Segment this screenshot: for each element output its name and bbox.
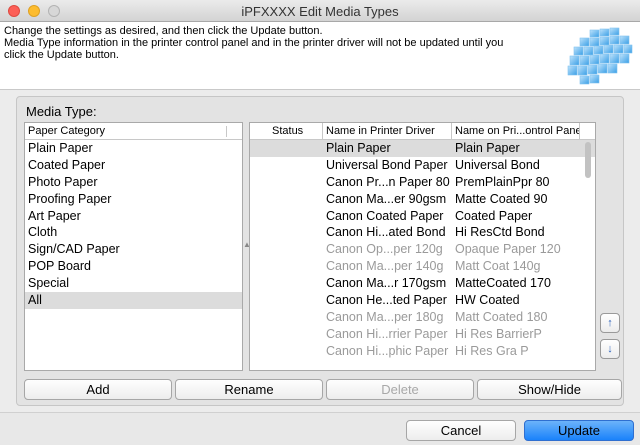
panel-name-cell: HW Coated xyxy=(455,293,520,308)
driver-name-cell: Universal Bond Paper xyxy=(326,157,448,172)
move-down-button[interactable]: ↓ xyxy=(600,339,620,359)
status-cell xyxy=(250,258,323,275)
driver-name-cell: Canon Ma...er 90gsm xyxy=(326,191,447,206)
status-cell xyxy=(250,343,323,360)
paper-category-item[interactable]: All xyxy=(25,292,242,309)
status-cell xyxy=(250,309,323,326)
driver-name-cell: Plain Paper xyxy=(326,141,391,155)
media-type-row[interactable]: Canon Hi...phic Paper Hi Res Gra P xyxy=(250,343,595,360)
window-title: iPFXXXX Edit Media Types xyxy=(241,4,399,19)
move-up-button[interactable]: ↑ xyxy=(600,313,620,333)
panel-name-column-header[interactable]: Name on Pri...ontrol Panel xyxy=(452,123,580,139)
info-text: Change the settings as desired, and then… xyxy=(4,25,524,61)
paper-category-item[interactable]: Cloth xyxy=(25,224,242,241)
cancel-button[interactable]: Cancel xyxy=(406,420,516,441)
printer-media-logo-icon xyxy=(567,27,633,85)
status-cell xyxy=(250,326,323,343)
paper-category-item[interactable]: Art Paper xyxy=(25,208,242,225)
info-line: Media Type information in the printer co… xyxy=(4,37,504,49)
driver-name-cell: Canon Hi...ated Bond xyxy=(326,225,446,240)
paper-category-item[interactable]: POP Board xyxy=(25,258,242,275)
media-type-row[interactable]: Canon Op...per 120g Opaque Paper 120 xyxy=(250,241,595,258)
info-line: click the Update button. xyxy=(4,49,119,61)
panel-name-cell: Coated Paper xyxy=(455,208,533,223)
media-type-row[interactable]: Canon Ma...per 140g Matt Coat 140g xyxy=(250,258,595,275)
paper-category-item[interactable]: Plain Paper xyxy=(25,140,242,157)
paper-category-item[interactable]: Sign/CAD Paper xyxy=(25,241,242,258)
media-type-row[interactable]: Canon Ma...er 90gsm Matte Coated 90 xyxy=(250,191,595,208)
driver-name-cell: Canon Op...per 120g xyxy=(326,242,443,257)
driver-name-cell: Canon Pr...n Paper 80 xyxy=(326,174,450,189)
media-type-table-header: Status Name in Printer Driver Name on Pr… xyxy=(250,123,595,140)
status-column-header[interactable]: Status xyxy=(250,123,323,139)
status-cell xyxy=(250,140,323,157)
rename-button[interactable]: Rename xyxy=(175,379,323,400)
title-bar: iPFXXXX Edit Media Types xyxy=(0,0,640,22)
delete-button[interactable]: Delete xyxy=(326,379,474,400)
status-cell xyxy=(250,292,323,309)
media-type-row[interactable]: Universal Bond Paper Universal Bond xyxy=(250,157,595,174)
driver-name-cell: Canon Ma...per 140g xyxy=(326,259,444,274)
panel-name-cell: Plain Paper xyxy=(455,141,520,155)
show-hide-button[interactable]: Show/Hide xyxy=(477,379,622,400)
status-cell xyxy=(250,208,323,225)
status-cell xyxy=(250,157,323,174)
status-cell xyxy=(250,224,323,241)
driver-name-cell: Canon Ma...r 170gsm xyxy=(326,276,447,291)
media-type-row[interactable]: Canon He...ted Paper HW Coated xyxy=(250,292,595,309)
scrollbar-thumb[interactable] xyxy=(585,142,591,178)
media-type-row[interactable]: Canon Hi...ated Bond Hi ResCtd Bond xyxy=(250,224,595,241)
paper-category-item[interactable]: Proofing Paper xyxy=(25,191,242,208)
status-cell xyxy=(250,191,323,208)
panel-name-cell: Universal Bond xyxy=(455,157,540,172)
driver-name-cell: Canon He...ted Paper xyxy=(326,293,447,308)
panel-name-cell: Hi ResCtd Bond xyxy=(455,225,545,240)
driver-name-cell: Canon Hi...phic Paper xyxy=(326,343,449,358)
paper-category-item[interactable]: Coated Paper xyxy=(25,157,242,174)
media-table-scrollbar[interactable] xyxy=(581,140,595,370)
paper-category-item[interactable]: Special xyxy=(25,275,242,292)
paper-category-header[interactable]: Paper Category xyxy=(25,123,242,140)
status-cell xyxy=(250,241,323,258)
media-type-table[interactable]: Status Name in Printer Driver Name on Pr… xyxy=(249,122,596,371)
header-divider xyxy=(226,126,227,137)
panel-name-cell: PremPlainPpr 80 xyxy=(455,174,550,189)
status-cell xyxy=(250,275,323,292)
media-type-row[interactable]: Canon Hi...rrier Paper Hi Res BarrierP xyxy=(250,326,595,343)
panel-name-cell: Opaque Paper 120 xyxy=(455,242,561,257)
panel-name-cell: Hi Res BarrierP xyxy=(455,326,542,341)
media-type-row[interactable]: Canon Coated Paper Coated Paper xyxy=(250,208,595,225)
status-cell xyxy=(250,174,323,191)
media-type-row[interactable]: Canon Ma...r 170gsm MatteCoated 170 xyxy=(250,275,595,292)
media-type-row[interactable]: Plain Paper Plain Paper xyxy=(250,140,595,157)
move-down-icon: ↓ xyxy=(607,343,613,355)
media-type-row[interactable]: Canon Ma...per 180g Matt Coated 180 xyxy=(250,309,595,326)
driver-name-cell: Canon Coated Paper xyxy=(326,208,444,223)
driver-name-column-header[interactable]: Name in Printer Driver xyxy=(323,123,452,139)
paper-category-item[interactable]: Photo Paper xyxy=(25,174,242,191)
media-type-row[interactable]: Canon Pr...n Paper 80 PremPlainPpr 80 xyxy=(250,174,595,191)
panel-name-cell: MatteCoated 170 xyxy=(455,276,551,291)
add-button[interactable]: Add xyxy=(24,379,172,400)
info-line: Change the settings as desired, and then… xyxy=(4,25,323,37)
panel-name-cell: Matt Coated 180 xyxy=(455,309,548,324)
driver-name-cell: Canon Ma...per 180g xyxy=(326,309,444,324)
panel-name-cell: Hi Res Gra P xyxy=(455,343,529,358)
media-type-label: Media Type: xyxy=(26,104,97,119)
paper-category-list[interactable]: Paper Category Plain Paper Coated Paper Ph… xyxy=(24,122,243,371)
update-button[interactable]: Update xyxy=(524,420,634,441)
paper-category-header-label: Paper Category xyxy=(28,125,106,137)
panel-name-cell: Matte Coated 90 xyxy=(455,191,548,206)
move-up-icon: ↑ xyxy=(607,317,613,329)
info-panel: Change the settings as desired, and then… xyxy=(0,22,640,90)
driver-name-cell: Canon Hi...rrier Paper xyxy=(326,326,448,341)
panel-name-cell: Matt Coat 140g xyxy=(455,259,541,274)
